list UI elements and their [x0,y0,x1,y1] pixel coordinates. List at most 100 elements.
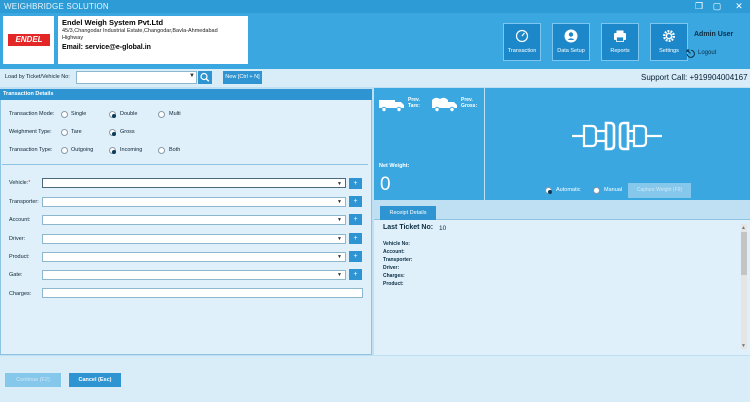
account-field[interactable] [42,215,346,225]
company-address: 45/3,Changodar Industrial Estate,Changod… [62,28,218,41]
add-product-button[interactable]: + [349,251,362,262]
driver-label: Driver: [9,236,26,242]
vehicle-field[interactable] [42,178,346,188]
net-weight-label: Net Weight: [379,163,410,169]
radio-single-label: Single [71,111,87,117]
radio-multi-label: Multi [169,111,181,117]
last-ticket-value: 10 [439,225,447,232]
support-call: Support Call: +919904004167 [641,73,748,82]
divider [2,164,368,165]
radio-double[interactable] [109,111,116,118]
nav-data-setup-label: Data Setup [557,48,585,54]
product-label: Product: [9,254,30,260]
radio-double-label: Double [120,111,138,117]
close-icon[interactable]: ✕ [732,0,746,13]
gear-icon [662,29,676,43]
receipt-vehicle: Vehicle No: [383,241,410,247]
chevron-down-icon[interactable]: ▼ [337,254,342,260]
gate-field[interactable] [42,270,346,280]
transporter-label: Transporter: [9,199,39,205]
nav-reports-button[interactable]: Reports [601,23,639,61]
nav-data-setup-button[interactable]: Data Setup [552,23,590,61]
gate-label: Gate: [9,272,23,278]
nav-reports-label: Reports [610,48,630,54]
scroll-up-icon[interactable]: ▲ [741,225,746,231]
receipt-panel [374,219,750,355]
account-label: Account: [9,217,31,223]
last-ticket-label: Last Ticket No: [383,224,434,231]
add-gate-button[interactable]: + [349,269,362,280]
radio-both-label: Both [169,147,181,153]
company-name: Endel Weigh System Pvt.Ltd [62,18,164,27]
transaction-title: Transaction Details [0,89,372,100]
nav-transaction-button[interactable]: Transaction [503,23,541,61]
maximize-icon[interactable]: ▢ [710,0,724,13]
driver-field[interactable] [42,234,346,244]
transporter-field[interactable] [42,197,346,207]
chevron-down-icon[interactable]: ▼ [337,199,342,205]
window-title: WEIGHBRIDGE SOLUTION [4,2,109,11]
chevron-down-icon[interactable]: ▼ [337,236,342,242]
receipt-charges: Charges: [383,273,405,279]
add-transporter-button[interactable]: + [349,196,362,207]
radio-outgoing-label: Outgoing [71,147,94,153]
radio-multi[interactable] [158,111,165,118]
nav-settings-label: Settings [659,48,679,54]
radio-tare[interactable] [61,129,68,136]
prev-gross-label: Prev. Gross: [461,97,478,109]
net-weight-value: 0 [380,174,391,195]
receipt-product: Product: [383,281,404,287]
radio-both[interactable] [158,147,165,154]
chevron-down-icon[interactable]: ▼ [337,272,342,278]
radio-gross[interactable] [109,129,116,136]
load-ticket-input[interactable] [76,71,197,84]
tab-receipt-details[interactable]: Receipt Details [380,206,436,220]
radio-automatic[interactable] [545,187,552,194]
scroll-down-icon[interactable]: ▼ [741,343,746,349]
add-driver-button[interactable]: + [349,233,362,244]
logo-text: ENDEL [8,34,50,46]
prev-tare-label: Prev. Tare: [408,97,420,109]
vehicle-label-text: Vehicle: [9,180,29,186]
nav-settings-button[interactable]: Settings [650,23,688,61]
radio-automatic-label: Automatic [556,187,581,193]
capture-weight-button[interactable]: Capture Weight (F9) [628,183,691,198]
product-field[interactable] [42,252,346,262]
receipt-transporter: Transporter: [383,257,413,263]
new-button[interactable]: New [Ctrl + N] [223,71,262,84]
search-icon [200,72,210,82]
continue-button[interactable]: Continue (F2) [5,373,61,387]
add-account-button[interactable]: + [349,214,362,225]
restore-icon[interactable]: ❐ [692,0,706,13]
radio-tare-label: Tare [71,129,82,135]
printer-icon [614,30,626,42]
charges-label: Charges: [9,291,32,297]
cancel-button[interactable]: Cancel (Esc) [69,373,121,387]
load-label: Load by Ticket/Vehicle No: [5,74,70,80]
radio-incoming[interactable] [109,147,116,154]
chevron-down-icon[interactable]: ▼ [337,217,342,223]
window-titlebar: WEIGHBRIDGE SOLUTION [0,0,750,13]
company-email: Email: service@e-global.in [62,44,151,51]
weighment-type-label: Weighment Type: [9,129,52,135]
search-button[interactable] [198,71,212,84]
radio-single[interactable] [61,111,68,118]
nav-transaction-label: Transaction [507,48,537,54]
add-vehicle-button[interactable]: + [349,178,362,189]
radio-incoming-label: Incoming [120,147,143,153]
transaction-type-label: Transaction Type: [9,147,53,153]
radio-outgoing[interactable] [61,147,68,154]
charges-field[interactable] [42,288,363,298]
logout-icon[interactable] [686,49,695,58]
transaction-mode-label: Transaction Mode: [9,111,55,117]
vehicle-label: Vehicle:* [9,180,30,186]
logout-link[interactable]: Logout [698,50,716,56]
radio-gross-label: Gross [120,129,135,135]
receipt-driver: Driver: [383,265,400,271]
radio-manual-label: Manual [604,187,623,193]
user-icon [564,29,578,43]
chevron-down-icon[interactable]: ▼ [337,181,342,187]
scrollbar-thumb[interactable] [741,232,747,275]
radio-manual[interactable] [593,187,600,194]
chevron-down-icon[interactable]: ▼ [189,73,195,79]
